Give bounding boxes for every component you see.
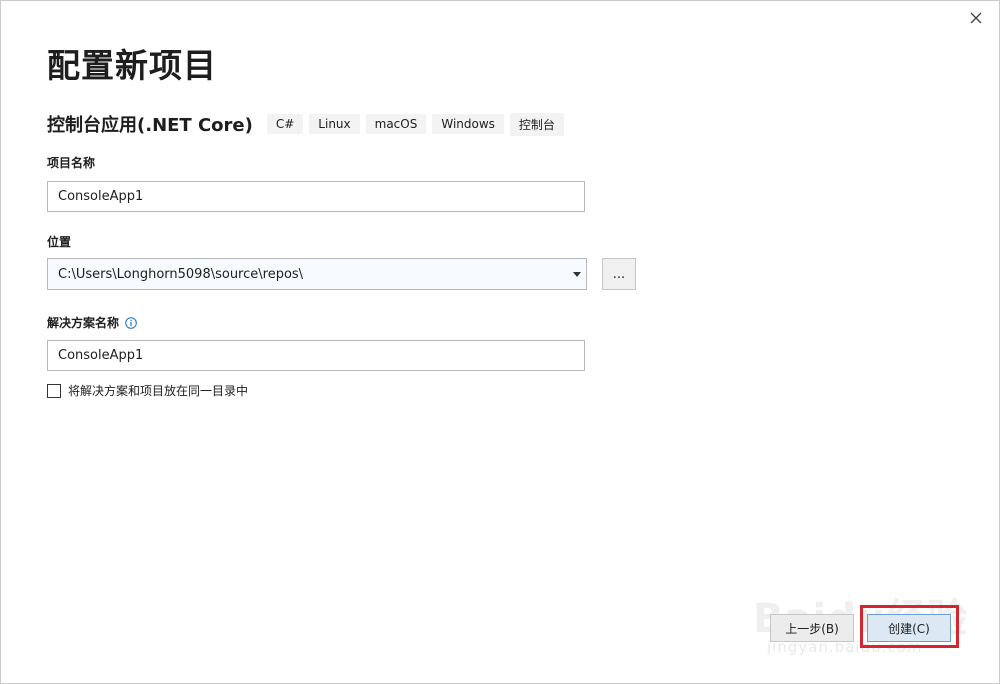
location-label: 位置 bbox=[47, 235, 72, 249]
location-value[interactable]: C:\Users\Longhorn5098\source\repos\ bbox=[48, 267, 568, 282]
configure-project-dialog: 配置新项目 控制台应用(.NET Core) C# Linux macOS Wi… bbox=[0, 0, 1000, 684]
solution-name-input[interactable] bbox=[47, 340, 585, 371]
tag-console: 控制台 bbox=[509, 112, 564, 136]
location-combobox[interactable]: C:\Users\Longhorn5098\source\repos\ bbox=[47, 258, 587, 290]
same-directory-checkbox[interactable] bbox=[47, 383, 61, 398]
browse-button[interactable]: ... bbox=[602, 258, 636, 290]
dropdown-arrow-icon[interactable] bbox=[568, 259, 586, 289]
tag-macos: macOS bbox=[365, 114, 427, 134]
tag-windows: Windows bbox=[432, 114, 504, 134]
tag-linux: Linux bbox=[309, 114, 360, 134]
solution-name-label-text: 解决方案名称 bbox=[47, 316, 120, 330]
project-name-input[interactable] bbox=[47, 181, 585, 212]
same-directory-option[interactable]: 将解决方案和项目放在同一目录中 bbox=[47, 382, 248, 399]
tag-language: C# bbox=[266, 114, 304, 134]
template-name: 控制台应用(.NET Core) bbox=[47, 115, 253, 136]
page-title: 配置新项目 bbox=[47, 46, 217, 85]
project-name-label: 项目名称 bbox=[47, 156, 96, 170]
info-icon[interactable] bbox=[125, 316, 137, 329]
back-button[interactable]: 上一步(B) bbox=[770, 614, 854, 642]
close-button[interactable] bbox=[965, 7, 987, 29]
same-directory-label[interactable]: 将解决方案和项目放在同一目录中 bbox=[68, 382, 248, 399]
close-icon[interactable] bbox=[970, 12, 982, 24]
solution-name-label: 解决方案名称 bbox=[47, 314, 137, 331]
create-button[interactable]: 创建(C) bbox=[867, 614, 951, 642]
template-info: 控制台应用(.NET Core) C# Linux macOS Windows … bbox=[47, 111, 570, 137]
